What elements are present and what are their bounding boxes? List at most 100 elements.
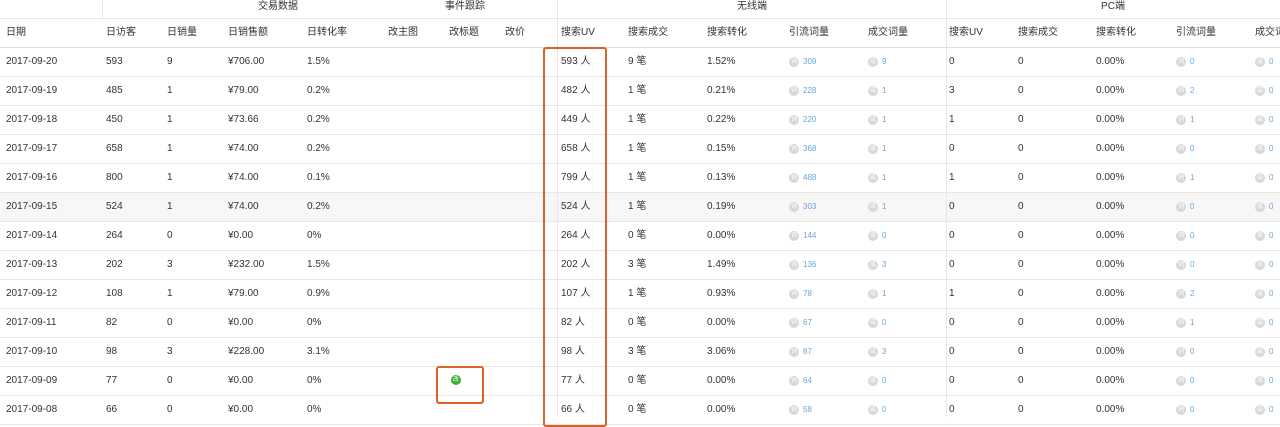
cell-pc-deal-words-value[interactable]: 0 <box>1269 57 1273 66</box>
cell-mobile-deal-words[interactable]: 成1 <box>868 164 886 192</box>
cell-mobile-keywords[interactable]: 词 144 <box>789 222 816 250</box>
cell-mobile-keywords-value[interactable]: 78 <box>803 289 812 298</box>
cell-pc-keywords-value[interactable]: 0 <box>1190 376 1194 385</box>
cell-pc-keywords[interactable]: 词0 <box>1176 222 1194 250</box>
cell-mobile-deal-words[interactable]: 成3 <box>868 338 886 366</box>
cell-pc-keywords-value[interactable]: 0 <box>1190 202 1194 211</box>
cell-mobile-keywords[interactable]: 词 228 <box>789 77 816 105</box>
cell-pc-keywords-value[interactable]: 0 <box>1190 57 1194 66</box>
col-pc-search-deals[interactable]: 搜索成交 <box>1018 19 1058 47</box>
cell-pc-deal-words-value[interactable]: 0 <box>1269 202 1273 211</box>
cell-pc-deal-words-value[interactable]: 0 <box>1269 86 1273 95</box>
cell-pc-keywords[interactable]: 词1 <box>1176 309 1194 337</box>
cell-pc-deal-words[interactable]: 成0 <box>1255 193 1273 221</box>
cell-mobile-keywords-value[interactable]: 228 <box>803 86 816 95</box>
cell-mobile-keywords[interactable]: 词 309 <box>789 48 816 76</box>
col-mobile-search-deals[interactable]: 搜索成交 <box>628 19 668 47</box>
cell-mobile-keywords-value[interactable]: 220 <box>803 115 816 124</box>
cell-pc-deal-words[interactable]: 成0 <box>1255 367 1273 395</box>
cell-pc-deal-words-value[interactable]: 0 <box>1269 144 1273 153</box>
cell-mobile-deal-words-value[interactable]: 1 <box>882 144 886 153</box>
cell-mobile-keywords[interactable]: 词 303 <box>789 193 816 221</box>
cell-pc-keywords[interactable]: 词2 <box>1176 77 1194 105</box>
cell-mobile-deal-words-value[interactable]: 1 <box>882 173 886 182</box>
cell-pc-deal-words[interactable]: 成0 <box>1255 222 1273 250</box>
cell-mobile-deal-words-value[interactable]: 3 <box>882 347 886 356</box>
cell-mobile-deal-words-value[interactable]: 1 <box>882 115 886 124</box>
cell-mobile-keywords[interactable]: 词 87 <box>789 338 812 366</box>
cell-mobile-deal-words[interactable]: 成0 <box>868 309 886 337</box>
cell-mobile-keywords[interactable]: 词 368 <box>789 135 816 163</box>
cell-pc-keywords-value[interactable]: 0 <box>1190 347 1194 356</box>
cell-pc-deal-words-value[interactable]: 0 <box>1269 115 1273 124</box>
cell-mobile-deal-words[interactable]: 成0 <box>868 367 886 395</box>
cell-mobile-keywords-value[interactable]: 64 <box>803 376 812 385</box>
col-pc-deal-words[interactable]: 成交词量 <box>1255 19 1280 47</box>
col-date[interactable]: 日期 <box>6 19 26 47</box>
cell-mobile-keywords-value[interactable]: 87 <box>803 347 812 356</box>
cell-pc-deal-words-value[interactable]: 0 <box>1269 231 1273 240</box>
col-mobile-keywords[interactable]: 引流词量 <box>789 19 829 47</box>
cell-pc-deal-words[interactable]: 成0 <box>1255 396 1273 424</box>
cell-mobile-keywords-value[interactable]: 368 <box>803 144 816 153</box>
cell-mobile-deal-words[interactable]: 成1 <box>868 106 886 134</box>
col-conversion[interactable]: 日转化率 <box>307 19 347 47</box>
cell-mobile-deal-words[interactable]: 成1 <box>868 193 886 221</box>
cell-pc-deal-words[interactable]: 成0 <box>1255 106 1273 134</box>
col-sales-amount[interactable]: 日销售额 <box>228 19 268 47</box>
cell-mobile-deal-words[interactable]: 成0 <box>868 222 886 250</box>
cell-pc-keywords-value[interactable]: 2 <box>1190 86 1194 95</box>
cell-mobile-keywords-value[interactable]: 58 <box>803 405 812 414</box>
cell-mobile-deal-words[interactable]: 成1 <box>868 280 886 308</box>
cell-mobile-deal-words-value[interactable]: 0 <box>882 376 886 385</box>
col-pc-search-conv[interactable]: 搜索转化 <box>1096 19 1136 47</box>
cell-pc-keywords-value[interactable]: 1 <box>1190 173 1194 182</box>
cell-pc-keywords-value[interactable]: 2 <box>1190 289 1194 298</box>
cell-pc-deal-words-value[interactable]: 0 <box>1269 405 1273 414</box>
cell-mobile-deal-words-value[interactable]: 1 <box>882 86 886 95</box>
cell-pc-deal-words[interactable]: 成0 <box>1255 251 1273 279</box>
cell-pc-keywords-value[interactable]: 1 <box>1190 115 1194 124</box>
cell-pc-deal-words[interactable]: 成0 <box>1255 280 1273 308</box>
cell-pc-deal-words-value[interactable]: 0 <box>1269 260 1273 269</box>
cell-mobile-deal-words[interactable]: 成3 <box>868 251 886 279</box>
cell-mobile-deal-words[interactable]: 成9 <box>868 48 886 76</box>
cell-pc-deal-words-value[interactable]: 0 <box>1269 289 1273 298</box>
cell-pc-keywords[interactable]: 词0 <box>1176 396 1194 424</box>
cell-mobile-keywords[interactable]: 词 58 <box>789 396 812 424</box>
col-pc-search-uv[interactable]: 搜索UV <box>949 19 983 47</box>
cell-mobile-deal-words[interactable]: 成1 <box>868 135 886 163</box>
col-pc-keywords[interactable]: 引流词量 <box>1176 19 1216 47</box>
cell-mobile-deal-words-value[interactable]: 1 <box>882 289 886 298</box>
col-mobile-search-uv[interactable]: 搜索UV <box>561 19 595 47</box>
cell-pc-keywords[interactable]: 词0 <box>1176 338 1194 366</box>
cell-mobile-keywords[interactable]: 词 136 <box>789 251 816 279</box>
cell-mobile-keywords[interactable]: 词 78 <box>789 280 812 308</box>
cell-pc-keywords[interactable]: 词0 <box>1176 251 1194 279</box>
edit-title-marker-icon[interactable]: 改 <box>451 375 461 385</box>
col-visitors[interactable]: 日访客 <box>106 19 136 47</box>
col-sales-count[interactable]: 日销量 <box>167 19 197 47</box>
cell-mobile-deal-words[interactable]: 成1 <box>868 77 886 105</box>
cell-mobile-deal-words-value[interactable]: 0 <box>882 231 886 240</box>
cell-pc-keywords[interactable]: 词0 <box>1176 367 1194 395</box>
cell-mobile-keywords-value[interactable]: 67 <box>803 318 812 327</box>
cell-pc-deal-words[interactable]: 成0 <box>1255 135 1273 163</box>
cell-mobile-keywords-value[interactable]: 309 <box>803 57 816 66</box>
cell-pc-keywords[interactable]: 词0 <box>1176 48 1194 76</box>
cell-pc-keywords-value[interactable]: 1 <box>1190 318 1194 327</box>
cell-pc-deal-words[interactable]: 成0 <box>1255 77 1273 105</box>
cell-pc-keywords-value[interactable]: 0 <box>1190 144 1194 153</box>
cell-pc-deal-words-value[interactable]: 0 <box>1269 347 1273 356</box>
cell-pc-keywords[interactable]: 词1 <box>1176 164 1194 192</box>
cell-pc-keywords-value[interactable]: 0 <box>1190 260 1194 269</box>
cell-pc-keywords[interactable]: 词0 <box>1176 135 1194 163</box>
cell-pc-keywords-value[interactable]: 0 <box>1190 231 1194 240</box>
cell-pc-deal-words-value[interactable]: 0 <box>1269 173 1273 182</box>
col-mobile-search-conv[interactable]: 搜索转化 <box>707 19 747 47</box>
cell-mobile-keywords[interactable]: 词 67 <box>789 309 812 337</box>
cell-mobile-deal-words-value[interactable]: 0 <box>882 405 886 414</box>
cell-mobile-deal-words-value[interactable]: 1 <box>882 202 886 211</box>
cell-mobile-keywords-value[interactable]: 144 <box>803 231 816 240</box>
cell-mobile-deal-words-value[interactable]: 3 <box>882 260 886 269</box>
